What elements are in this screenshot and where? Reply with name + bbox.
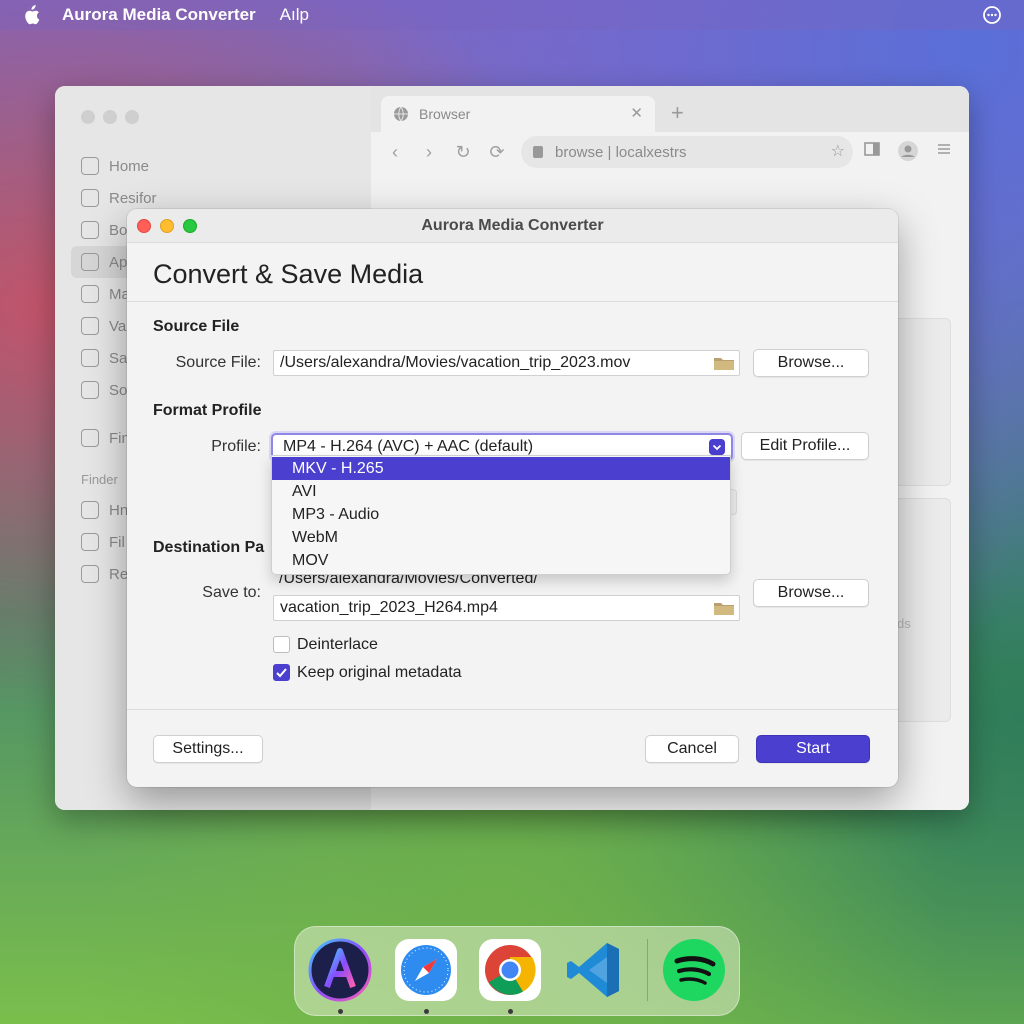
- profile-selected-value: MP4 - H.264 (AVC) + AAC (default): [283, 438, 534, 455]
- dialog-window-title: Aurora Media Converter: [421, 217, 604, 234]
- aurora-app-icon[interactable]: [307, 937, 373, 1003]
- background-traffic-lights: [81, 110, 139, 124]
- chrome-icon[interactable]: [477, 937, 543, 1003]
- dialog-titlebar: Aurora Media Converter: [127, 209, 898, 243]
- document-icon: [81, 533, 99, 551]
- vscode-icon[interactable]: [561, 937, 627, 1003]
- folder-icon: [81, 429, 99, 447]
- start-button[interactable]: Start: [756, 735, 870, 763]
- browser-tab-bar: Browser ✕ +: [371, 86, 969, 132]
- destination-filename-value: vacation_trip_2023_H264.mp4: [280, 599, 498, 616]
- keep-metadata-label: Keep original metadata: [297, 664, 462, 681]
- source-browse-button[interactable]: Browse...: [753, 349, 869, 377]
- apple-logo-icon[interactable]: [22, 5, 40, 25]
- gear-icon: [81, 349, 99, 367]
- profile-option-mov[interactable]: MOV: [272, 549, 730, 572]
- destination-section-title: Destination Pa: [153, 539, 265, 556]
- settings-button[interactable]: Settings...: [153, 735, 263, 763]
- menu-bar: Aurora Media Converter Aılp: [0, 0, 1024, 30]
- apps-icon: [81, 253, 99, 271]
- checkmark-icon: [276, 668, 287, 678]
- music-icon: [81, 381, 99, 399]
- sidebar-toggle-icon[interactable]: [863, 140, 881, 158]
- home-icon: [81, 157, 99, 175]
- browser-tab-title: Browser: [419, 106, 471, 122]
- deinterlace-checkbox[interactable]: [273, 636, 290, 653]
- close-tab-icon[interactable]: ✕: [630, 104, 643, 122]
- mail-icon: [81, 285, 99, 303]
- profile-option-avi[interactable]: AVI: [272, 480, 730, 503]
- box-icon: [81, 221, 99, 239]
- destination-filename-input[interactable]: vacation_trip_2023_H264.mp4: [273, 595, 740, 621]
- profile-option-mp3[interactable]: MP3 - Audio: [272, 503, 730, 526]
- dock-separator: [647, 939, 648, 1001]
- browser-toolbar: ‹ › ↻ ⟳ browse | localxestrs ☆: [371, 132, 969, 172]
- new-tab-icon[interactable]: +: [671, 100, 684, 126]
- profile-option-mkv[interactable]: MKV - H.265: [272, 457, 730, 480]
- running-indicator: [424, 1009, 429, 1014]
- cancel-button[interactable]: Cancel: [645, 735, 739, 763]
- image-icon: [81, 565, 99, 583]
- folder-icon[interactable]: [713, 600, 735, 616]
- running-indicator: [508, 1009, 513, 1014]
- safari-icon[interactable]: [393, 937, 459, 1003]
- format-profile-section-title: Format Profile: [153, 402, 262, 419]
- address-bar[interactable]: browse | localxestrs ☆: [521, 136, 853, 168]
- destination-browse-button[interactable]: Browse...: [753, 579, 869, 607]
- source-file-label: Source File:: [175, 354, 261, 371]
- profile-icon[interactable]: [897, 140, 919, 162]
- reload-icon[interactable]: ↻: [453, 142, 473, 163]
- spotify-icon[interactable]: [661, 937, 727, 1003]
- source-file-section-title: Source File: [153, 318, 240, 335]
- background-faint-label: ds: [897, 616, 911, 631]
- edit-profile-button[interactable]: Edit Profile...: [741, 432, 869, 460]
- address-bar-text: browse | localxestrs: [555, 143, 687, 161]
- source-file-value: /Users/alexandra/Movies/vacation_trip_20…: [280, 354, 631, 371]
- running-indicator: [338, 1009, 343, 1014]
- profile-option-webm[interactable]: WebM: [272, 526, 730, 549]
- profile-label: Profile:: [211, 438, 261, 455]
- star-icon[interactable]: ☆: [831, 141, 845, 161]
- refresh-icon[interactable]: ⟳: [487, 142, 507, 163]
- bg-sidebar-item-home: Home: [77, 150, 357, 182]
- divider: [127, 301, 898, 302]
- save-to-label: Save to:: [202, 584, 261, 601]
- back-icon[interactable]: ‹: [385, 142, 405, 163]
- forward-icon[interactable]: ›: [419, 142, 439, 163]
- gear-icon: [81, 501, 99, 519]
- document-icon: [81, 317, 99, 335]
- folder-icon[interactable]: [713, 355, 735, 371]
- chevron-down-icon[interactable]: [709, 439, 725, 455]
- dialog-heading: Convert & Save Media: [153, 259, 424, 289]
- globe-icon: [394, 106, 408, 122]
- menubar-menu-item[interactable]: Aılp: [280, 5, 309, 25]
- source-file-input[interactable]: /Users/alexandra/Movies/vacation_trip_20…: [273, 350, 740, 376]
- keep-metadata-checkbox[interactable]: [273, 664, 290, 681]
- profile-dropdown-menu: MKV - H.265 AVI MP3 - Audio WebM MOV: [271, 455, 731, 575]
- lock-icon: [533, 146, 543, 158]
- browser-tab[interactable]: Browser ✕: [381, 96, 655, 132]
- divider: [127, 709, 898, 710]
- deinterlace-label: Deinterlace: [297, 636, 378, 653]
- convert-dialog: Aurora Media Converter Convert & Save Me…: [127, 209, 898, 787]
- menubar-app-name[interactable]: Aurora Media Converter: [62, 5, 256, 25]
- status-menu-icon[interactable]: [982, 5, 1002, 25]
- folder-icon: [81, 189, 99, 207]
- menu-icon[interactable]: [935, 140, 953, 158]
- dock: [294, 926, 740, 1016]
